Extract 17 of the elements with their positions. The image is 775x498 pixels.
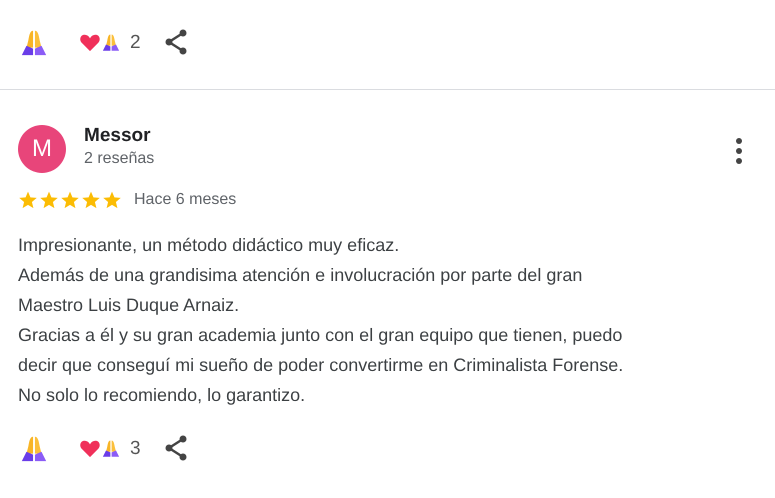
review-time: Hace 6 meses [134,190,236,210]
avatar: M [18,125,66,173]
heart-hands-icon [79,438,121,458]
review-text: Impresionante, un método didáctico muy eficaz. Además de una grandisima atención e involucración por parte del gran Maestro Luis Duque Arnaiz. Gracias a él y su gran academia junto con el gran equipo que tienen, puedo decir que conseguí mi sueño de poder convertirme en Criminalista Forense. No solo lo recomiendo, lo garantizo. [18,234,624,407]
star-icon [81,190,101,210]
author-name: Messor [84,124,152,148]
star-icon [39,190,59,210]
reaction-count: 3 [130,438,141,458]
reaction-count: 2 [130,32,141,52]
more-options-button[interactable] [735,137,743,165]
heart-hands-icon [79,32,121,52]
star-icon [60,190,80,210]
star-icon [18,190,38,210]
share-icon[interactable] [164,435,188,461]
review-count: 2 reseñas [84,149,154,169]
share-icon[interactable] [164,29,188,55]
star-icon [102,190,122,210]
